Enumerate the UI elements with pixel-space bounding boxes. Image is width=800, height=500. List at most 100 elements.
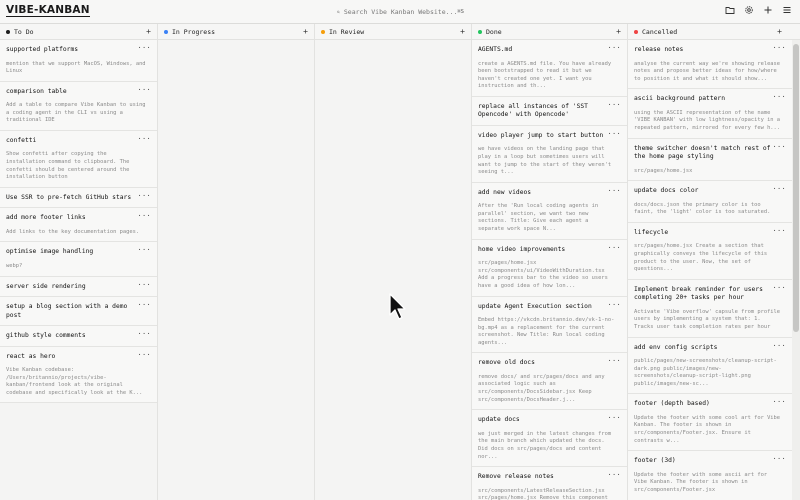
task-description: remove docs/ and src/pages/docs and any … xyxy=(478,373,605,403)
more-options-icon[interactable]: ··· xyxy=(772,93,786,101)
task-card[interactable]: confetti ··· Show confetti after copying t… xyxy=(0,130,157,188)
more-options-icon[interactable]: ··· xyxy=(137,212,151,220)
plus-icon[interactable] xyxy=(763,5,773,15)
task-description: Activate 'Vibe overflow' capsule from pr… xyxy=(634,308,781,330)
more-options-icon[interactable]: ··· xyxy=(772,185,786,193)
more-options-icon[interactable]: ··· xyxy=(772,284,786,292)
more-options-icon[interactable]: ··· xyxy=(772,455,786,463)
kanban-board: To Do + supported platforms ··· mention th… xyxy=(0,24,800,500)
more-options-icon[interactable]: ··· xyxy=(137,86,151,94)
task-card[interactable]: update Agent Execution section ··· Embed h… xyxy=(472,296,627,354)
task-title: setup a blog section with a demo post xyxy=(6,303,128,319)
more-options-icon[interactable]: ··· xyxy=(772,342,786,350)
task-card[interactable]: update docs color ··· docs/docs.json the p… xyxy=(628,181,792,223)
column-title: To Do xyxy=(14,27,34,36)
more-options-icon[interactable]: ··· xyxy=(137,246,151,254)
column-header-in-progress: In Progress + xyxy=(158,24,314,40)
more-options-icon[interactable]: ··· xyxy=(607,301,621,309)
task-title: theme switcher doesn't match rest of the… xyxy=(634,144,771,161)
task-card[interactable]: update docs ··· we just merged in the late… xyxy=(472,410,627,468)
task-card[interactable]: release notes ··· analyse the current way … xyxy=(628,40,792,90)
task-card[interactable]: react as hero ··· Vibe Kanban codebase: /U… xyxy=(0,346,157,404)
top-bar: VIBE-KANBAN Search Vibe Kanban Website..… xyxy=(0,0,800,24)
task-card[interactable]: lifecycle ··· src/pages/home.jsx Create a … xyxy=(628,222,792,280)
task-card[interactable]: supported platforms ··· mention that we su… xyxy=(0,40,157,82)
more-options-icon[interactable]: ··· xyxy=(772,143,786,151)
task-card[interactable]: add env config scripts ··· public/pages/ne… xyxy=(628,337,792,395)
more-options-icon[interactable]: ··· xyxy=(607,130,621,138)
task-title: lifecycle xyxy=(634,228,669,236)
task-card[interactable]: ascii background pattern ··· using the ASC… xyxy=(628,89,792,139)
search-box[interactable]: Search Vibe Kanban Website... ⌘S xyxy=(334,4,468,20)
task-card[interactable]: optimise image handling ··· webp? xyxy=(0,242,157,277)
menu-icon[interactable] xyxy=(782,5,792,15)
task-card[interactable]: Implement break reminder for users compl… xyxy=(628,279,792,338)
task-card[interactable]: setup a blog section with a demo post ··· xyxy=(0,297,157,327)
status-dot xyxy=(6,29,10,34)
more-options-icon[interactable]: ··· xyxy=(137,301,151,309)
task-title: update docs xyxy=(478,416,520,424)
task-description: Embed https://vkcdn.britannio.dev/vk-1-n… xyxy=(478,317,615,346)
task-description: src/pages/home.jsx xyxy=(634,167,693,174)
task-card[interactable]: footer (3d) ··· Update the footer with som… xyxy=(628,451,792,500)
more-options-icon[interactable]: ··· xyxy=(772,227,786,235)
column-title: Done xyxy=(486,27,502,36)
task-description: using the ASCII representation of the na… xyxy=(634,109,781,131)
more-options-icon[interactable]: ··· xyxy=(137,351,151,359)
more-options-icon[interactable]: ··· xyxy=(607,44,621,52)
task-card[interactable]: Remove release notes ··· src/components/La… xyxy=(472,467,627,500)
search-input[interactable]: Search Vibe Kanban Website... xyxy=(344,8,458,16)
task-title: supported platforms xyxy=(6,46,79,53)
add-task-button[interactable]: + xyxy=(303,27,308,36)
task-description: docs/docs.json the primary color is too … xyxy=(634,201,771,216)
scrollbar-thumb[interactable] xyxy=(793,44,799,332)
add-task-button[interactable]: + xyxy=(616,27,621,36)
task-card[interactable]: add more footer links ··· Add links to the… xyxy=(0,208,157,243)
more-options-icon[interactable]: ··· xyxy=(607,414,621,422)
task-card[interactable]: home video improvements ··· src/pages/home… xyxy=(472,239,627,297)
more-options-icon[interactable]: ··· xyxy=(137,330,151,338)
more-options-icon[interactable]: ··· xyxy=(772,398,786,406)
task-card[interactable]: Use SSR to pre-fetch GitHub stars ··· xyxy=(0,187,157,209)
folder-icon[interactable] xyxy=(725,5,735,15)
more-options-icon[interactable]: ··· xyxy=(607,187,621,195)
task-title: confetti xyxy=(6,136,37,144)
app-logo[interactable]: VIBE-KANBAN xyxy=(6,4,90,17)
task-title: comparison table xyxy=(6,87,67,95)
task-description: Update the footer with some ascii art fo… xyxy=(634,471,768,493)
task-card[interactable]: video player jump to start button ··· we h… xyxy=(472,125,627,183)
gear-icon[interactable] xyxy=(744,5,754,15)
task-card[interactable]: github style comments ··· xyxy=(0,326,157,347)
more-options-icon[interactable]: ··· xyxy=(772,44,786,52)
task-title: react as hero xyxy=(6,352,56,360)
more-options-icon[interactable]: ··· xyxy=(607,357,621,365)
add-task-button[interactable]: + xyxy=(777,27,782,36)
add-task-button[interactable]: + xyxy=(460,27,465,36)
task-card[interactable]: server side rendering ··· xyxy=(0,276,157,298)
more-options-icon[interactable]: ··· xyxy=(137,192,151,200)
more-options-icon[interactable]: ··· xyxy=(137,281,151,289)
status-dot xyxy=(321,29,325,34)
task-description: we just merged in the latest changes fro… xyxy=(478,430,612,460)
more-options-icon[interactable]: ··· xyxy=(137,44,151,52)
task-description: Update the footer with some cool art for… xyxy=(634,414,781,444)
task-card[interactable]: comparison table ··· Add a table to compar… xyxy=(0,81,157,131)
task-card[interactable]: add new videos ··· After the 'Run local co… xyxy=(472,182,627,240)
task-card[interactable]: theme switcher doesn't match rest of the… xyxy=(628,138,792,182)
task-card[interactable]: footer (depth based) ··· Update the footer… xyxy=(628,394,792,452)
task-title: Implement break reminder for users compl… xyxy=(634,285,763,302)
add-task-button[interactable]: + xyxy=(146,27,151,36)
task-title: video player jump to start button xyxy=(478,131,604,139)
task-card[interactable]: replace all instances of 'SST Opencode' … xyxy=(472,96,627,126)
search-shortcut: ⌘S xyxy=(457,9,464,15)
vertical-scrollbar[interactable] xyxy=(792,40,800,500)
task-title: add more footer links xyxy=(6,214,86,222)
task-title: replace all instances of 'SST Opencode' … xyxy=(478,102,588,119)
more-options-icon[interactable]: ··· xyxy=(137,135,151,143)
more-options-icon[interactable]: ··· xyxy=(607,471,621,479)
more-options-icon[interactable]: ··· xyxy=(607,101,621,109)
task-description: create a AGENTS.md file. You have alread… xyxy=(478,60,612,90)
task-card[interactable]: remove old docs ··· remove docs/ and src/p… xyxy=(472,353,627,411)
task-card[interactable]: AGENTS.md ··· create a AGENTS.md file. You… xyxy=(472,40,627,97)
more-options-icon[interactable]: ··· xyxy=(607,244,621,252)
